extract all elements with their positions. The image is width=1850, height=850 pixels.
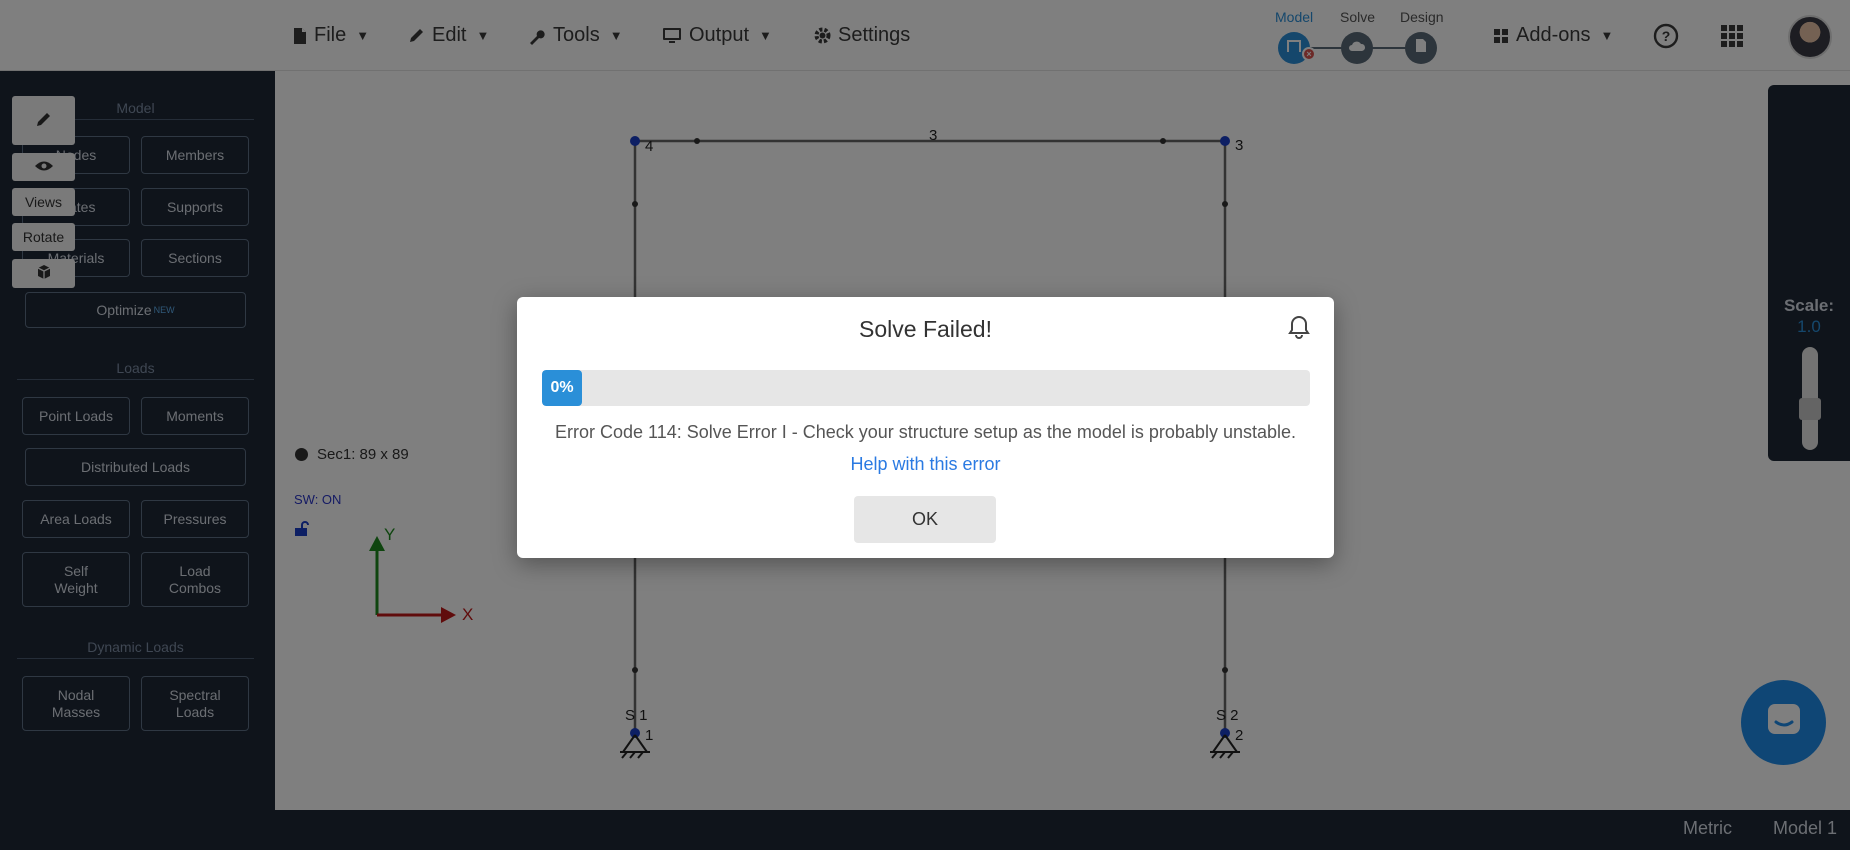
dialog-title: Solve Failed! [859,316,992,342]
error-message: Error Code 114: Solve Error I - Check yo… [554,422,1296,442]
help-with-error-link[interactable]: Help with this error [517,454,1334,475]
progress-fill: 0% [542,370,582,406]
ok-button[interactable]: OK [854,496,996,543]
bell-icon[interactable] [1287,314,1311,345]
solve-progress-bar: 0% [542,370,1310,406]
solve-failed-dialog: Solve Failed! 0% Error Code 114: Solve E… [517,297,1334,558]
